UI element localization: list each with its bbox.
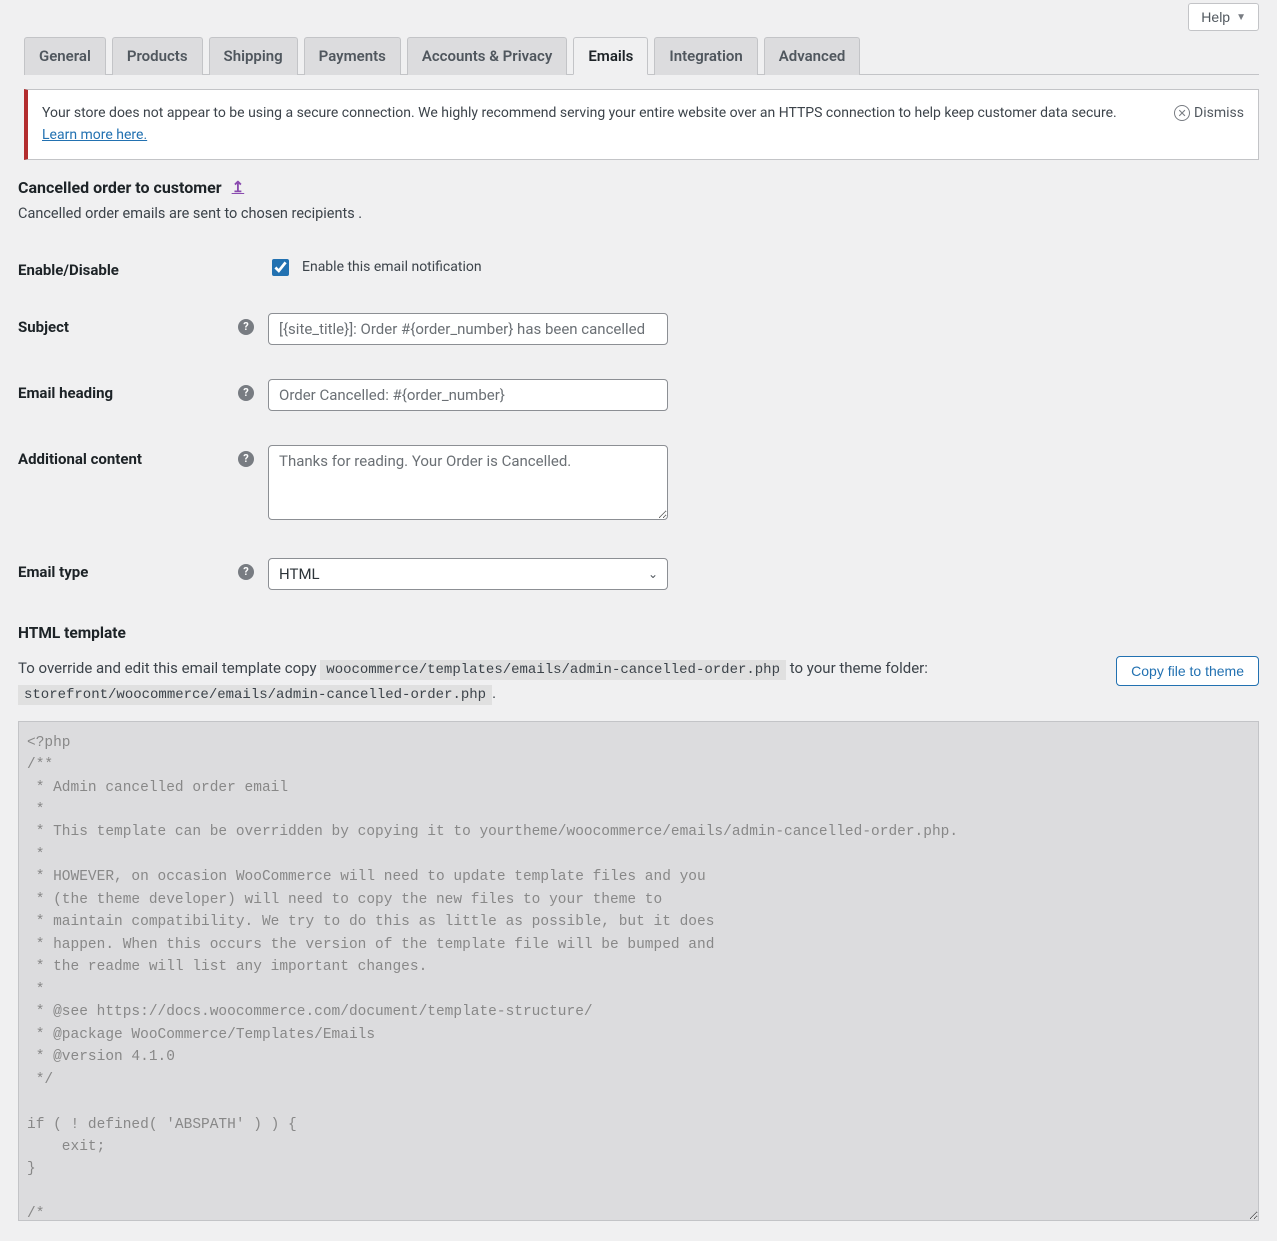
page-title-text: Cancelled order to customer	[18, 178, 222, 197]
dismiss-label: Dismiss	[1194, 102, 1244, 124]
notice-learn-more-link[interactable]: Learn more here.	[42, 127, 147, 143]
tab-products[interactable]: Products	[112, 37, 203, 75]
subject-input[interactable]	[268, 313, 668, 345]
additional-content-textarea[interactable]	[268, 445, 668, 520]
settings-tabs: GeneralProductsShippingPaymentsAccounts …	[24, 37, 1259, 75]
template-dest-path: storefront/woocommerce/emails/admin-canc…	[18, 685, 492, 705]
additional-content-label: Additional content	[18, 450, 142, 468]
heading-input[interactable]	[268, 379, 668, 411]
tab-shipping[interactable]: Shipping	[209, 37, 298, 75]
tab-accounts-privacy[interactable]: Accounts & Privacy	[407, 37, 568, 75]
template-code-textarea[interactable]	[18, 721, 1259, 1221]
dismiss-button[interactable]: ✕ Dismiss	[1174, 102, 1244, 124]
close-circle-icon: ✕	[1174, 105, 1190, 121]
enable-checkbox-label[interactable]: Enable this email notification	[302, 259, 482, 275]
enable-label: Enable/Disable	[18, 261, 119, 279]
tab-emails[interactable]: Emails	[573, 37, 648, 75]
help-icon[interactable]: ?	[238, 564, 254, 580]
https-warning-notice: Your store does not appear to be using a…	[24, 89, 1259, 160]
back-arrow-icon[interactable]: ↥	[232, 178, 245, 196]
enable-checkbox[interactable]	[272, 259, 289, 276]
email-type-label: Email type	[18, 563, 88, 581]
heading-label: Email heading	[18, 384, 113, 402]
notice-text: Your store does not appear to be using a…	[42, 105, 1117, 121]
caret-down-icon: ▼	[1236, 12, 1246, 23]
subject-label: Subject	[18, 318, 69, 336]
html-template-heading: HTML template	[18, 624, 1259, 642]
tab-payments[interactable]: Payments	[304, 37, 401, 75]
help-button-label: Help	[1201, 9, 1230, 25]
email-type-select[interactable]: HTML	[268, 558, 668, 590]
template-override-text: To override and edit this email template…	[18, 656, 928, 707]
page-title: Cancelled order to customer ↥	[18, 178, 1259, 197]
copy-file-button[interactable]: Copy file to theme	[1116, 656, 1259, 686]
help-icon[interactable]: ?	[238, 451, 254, 467]
template-source-path: woocommerce/templates/emails/admin-cance…	[320, 660, 786, 680]
tab-advanced[interactable]: Advanced	[764, 37, 861, 75]
tab-general[interactable]: General	[24, 37, 106, 75]
help-icon[interactable]: ?	[238, 385, 254, 401]
help-button[interactable]: Help ▼	[1188, 3, 1259, 31]
page-description: Cancelled order emails are sent to chose…	[18, 205, 1259, 222]
tab-integration[interactable]: Integration	[654, 37, 757, 75]
help-icon[interactable]: ?	[238, 319, 254, 335]
